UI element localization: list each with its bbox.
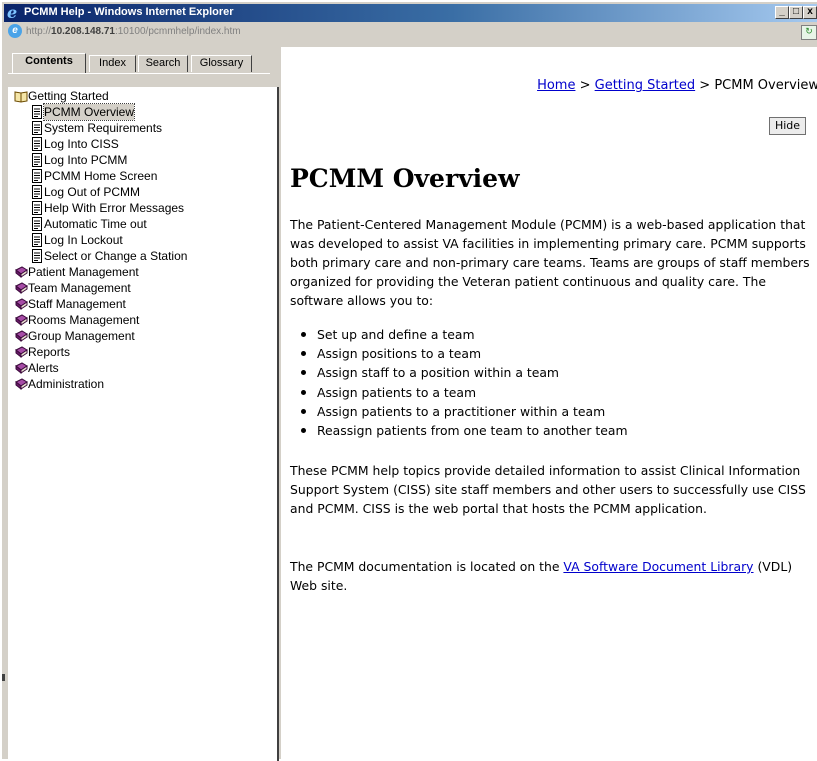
vdl-paragraph: The PCMM documentation is located on the… xyxy=(290,557,815,595)
closed-book-icon xyxy=(14,361,28,375)
breadcrumb-getting-started-link[interactable]: Getting Started xyxy=(595,78,696,93)
tree-item-label: Getting Started xyxy=(28,89,109,103)
browser-window: e PCMM Help - Windows Internet Explorer … xyxy=(0,0,817,761)
tree-item-label: Log Out of PCMM xyxy=(44,185,141,199)
tree-item[interactable]: Administration xyxy=(10,376,275,392)
tab-search[interactable]: Search xyxy=(138,55,188,72)
list-item: Assign patients to a practitioner within… xyxy=(297,402,628,421)
list-item: Set up and define a team xyxy=(297,325,628,344)
hide-button[interactable]: Hide xyxy=(769,117,806,135)
breadcrumb-home-link[interactable]: Home xyxy=(537,78,575,93)
page-title: PCMM Overview xyxy=(290,164,520,193)
page-icon xyxy=(30,169,44,183)
help-content-pane: Home > Getting Started > PCMM Overview H… xyxy=(281,47,817,761)
tree-item-label: Log Into CISS xyxy=(44,137,119,151)
frame-marker xyxy=(2,674,5,681)
tree-item-label: Rooms Management xyxy=(28,313,140,327)
go-icon[interactable]: ↻ xyxy=(801,25,817,40)
closed-book-icon xyxy=(14,377,28,391)
tree-item[interactable]: Help With Error Messages xyxy=(10,200,275,216)
tree-item[interactable]: Log Out of PCMM xyxy=(10,184,275,200)
vdl-text: The PCMM documentation is located on the xyxy=(290,559,564,574)
tree-item-label: PCMM Home Screen xyxy=(44,169,158,183)
tab-glossary[interactable]: Glossary xyxy=(191,55,252,72)
closed-book-icon xyxy=(14,313,28,327)
tree-item[interactable]: Staff Management xyxy=(10,296,275,312)
tab-contents[interactable]: Contents xyxy=(12,53,86,73)
tree-item-label: Select or Change a Station xyxy=(44,249,188,263)
tree-item[interactable]: Log Into PCMM xyxy=(10,152,275,168)
maximize-button[interactable]: □ xyxy=(789,6,803,19)
tree-item-label: Log Into PCMM xyxy=(44,153,128,167)
tree-item-label: Staff Management xyxy=(28,297,126,311)
tree-item-label: Patient Management xyxy=(28,265,139,279)
tree-item-label: PCMM Overview xyxy=(42,103,136,121)
tree-item[interactable]: Automatic Time out xyxy=(10,216,275,232)
tree-item[interactable]: Patient Management xyxy=(10,264,275,280)
tree-item-label: Group Management xyxy=(28,329,135,343)
nav-tabstrip: Contents Index Search Glossary xyxy=(8,47,279,87)
page-icon-ie: e xyxy=(8,24,22,38)
page-icon xyxy=(30,121,44,135)
tree-item[interactable]: PCMM Home Screen xyxy=(10,168,275,184)
page-icon xyxy=(30,105,44,119)
tree-item[interactable]: Reports xyxy=(10,344,275,360)
page-icon xyxy=(30,185,44,199)
tree-item[interactable]: Alerts xyxy=(10,360,275,376)
open-book-icon xyxy=(14,89,28,103)
window-title: PCMM Help - Windows Internet Explorer xyxy=(24,6,234,18)
navigation-pane: Contents Index Search Glossary Getting S… xyxy=(8,47,279,761)
title-bar: e PCMM Help - Windows Internet Explorer … xyxy=(4,4,817,22)
tree-item-label: Administration xyxy=(28,377,105,391)
list-item: Assign staff to a position within a team xyxy=(297,363,628,382)
vdl-link[interactable]: VA Software Document Library xyxy=(563,559,753,574)
breadcrumb-current: PCMM Overview xyxy=(714,78,817,93)
tree-item[interactable]: Log Into CISS xyxy=(10,136,275,152)
tree-item-label: Automatic Time out xyxy=(44,217,147,231)
tree-item[interactable]: Team Management xyxy=(10,280,275,296)
page-icon xyxy=(30,233,44,247)
close-button[interactable]: x xyxy=(803,6,817,19)
closed-book-icon xyxy=(14,265,28,279)
page-icon xyxy=(30,201,44,215)
list-item: Assign positions to a team xyxy=(297,344,628,363)
breadcrumb-separator: > xyxy=(695,78,715,93)
tree-item-label: Log In Lockout xyxy=(44,233,123,247)
tree-item[interactable]: Rooms Management xyxy=(10,312,275,328)
closed-book-icon xyxy=(14,329,28,343)
tree-item[interactable]: Getting Started xyxy=(10,88,275,104)
tree-item[interactable]: Select or Change a Station xyxy=(10,248,275,264)
tree-item[interactable]: PCMM Overview xyxy=(10,103,275,121)
closed-book-icon xyxy=(14,345,28,359)
list-item: Assign patients to a team xyxy=(297,383,628,402)
tree-item-label: Team Management xyxy=(28,281,131,295)
page-icon xyxy=(30,137,44,151)
ciss-paragraph: These PCMM help topics provide detailed … xyxy=(290,463,806,516)
closed-book-icon xyxy=(14,297,28,311)
page-icon xyxy=(30,249,44,263)
internet-explorer-icon: e xyxy=(7,3,18,22)
tree-item-label: System Requirements xyxy=(44,121,163,135)
contents-tree: Getting Started PCMM Overview System Requi… xyxy=(10,88,275,392)
tree-item-label: Reports xyxy=(28,345,71,359)
minimize-button[interactable]: _ xyxy=(775,6,789,19)
tree-item[interactable]: Log In Lockout xyxy=(10,232,275,248)
breadcrumb: Home > Getting Started > PCMM Overview xyxy=(537,78,817,93)
tree-item-label: Alerts xyxy=(28,361,59,375)
tree-item[interactable]: Group Management xyxy=(10,328,275,344)
closed-book-icon xyxy=(14,281,28,295)
tree-item[interactable]: System Requirements xyxy=(10,120,275,136)
address-bar[interactable]: e http://10.208.148.71:10100/pcmmhelp/in… xyxy=(4,23,817,41)
address-url[interactable]: http://10.208.148.71:10100/pcmmhelp/inde… xyxy=(26,26,241,37)
list-item: Reassign patients from one team to anoth… xyxy=(297,421,628,440)
tree-item-label: Help With Error Messages xyxy=(44,201,185,215)
intro-paragraph: The Patient-Centered Management Module (… xyxy=(290,217,810,308)
tab-index[interactable]: Index xyxy=(89,55,136,72)
page-icon xyxy=(30,217,44,231)
page-icon xyxy=(30,153,44,167)
feature-list: Set up and define a team Assign position… xyxy=(297,325,628,440)
tab-divider xyxy=(8,73,270,74)
breadcrumb-separator: > xyxy=(575,78,595,93)
